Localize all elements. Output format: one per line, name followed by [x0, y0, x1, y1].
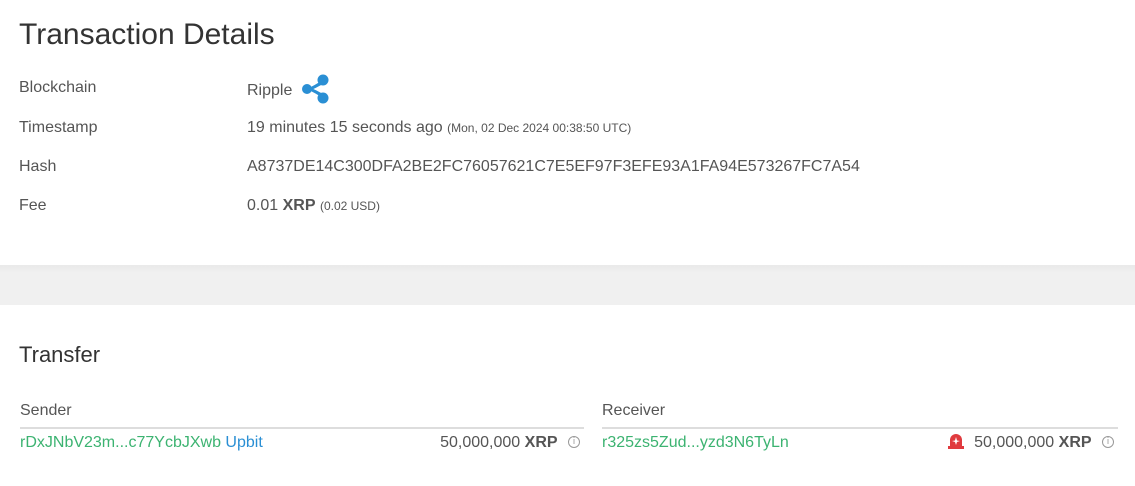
transfer-card: Transfer Sender rDxJNbV23m...c77YcbJXwb …	[0, 305, 1135, 486]
transfer-title: Transfer	[19, 342, 101, 367]
receiver-amount-group: 50,000,000 XRP i	[947, 429, 1114, 457]
sender-amount: 50,000,000	[440, 434, 521, 451]
detail-row-hash: Hash A8737DE14C300DFA2BE2FC76057621C7E5E…	[19, 155, 1119, 179]
fee-amount: 0.01	[247, 197, 279, 214]
sender-amount-group: 50,000,000 XRP i	[440, 429, 580, 457]
detail-row-timestamp: Timestamp 19 minutes 15 seconds ago (Mon…	[19, 116, 1119, 140]
fee-unit: XRP	[282, 197, 316, 214]
timestamp-absolute: (Mon, 02 Dec 2024 00:38:50 UTC)	[447, 121, 632, 135]
timestamp-value: 19 minutes 15 seconds ago (Mon, 02 Dec 2…	[247, 116, 631, 140]
receiver-header: Receiver	[602, 399, 1118, 429]
page-title: Transaction Details	[19, 18, 275, 51]
hash-label: Hash	[19, 158, 57, 175]
receiver-unit: XRP	[1058, 434, 1092, 451]
info-icon[interactable]: i	[1102, 435, 1114, 448]
sender-address-group: rDxJNbV23m...c77YcbJXwb Upbit	[20, 429, 263, 457]
sender-row: rDxJNbV23m...c77YcbJXwb Upbit 50,000,000…	[20, 429, 584, 459]
blockchain-name: Ripple	[247, 82, 293, 100]
receiver-address-link[interactable]: r325zs5Zud...yzd3N6TyLn	[602, 434, 789, 451]
receiver-amount: 50,000,000	[974, 434, 1055, 451]
receiver-column: Receiver r325zs5Zud...yzd3N6TyLn 50,000,…	[602, 399, 1118, 459]
sender-header: Sender	[20, 399, 584, 429]
sender-tag-link[interactable]: Upbit	[225, 434, 262, 451]
blockchain-value: Ripple	[247, 74, 331, 106]
fee-label: Fee	[19, 197, 47, 214]
timestamp-relative: 19 minutes 15 seconds ago	[247, 119, 443, 136]
detail-row-fee: Fee 0.01 XRP (0.02 USD)	[19, 194, 1119, 218]
ripple-logo-icon	[301, 74, 329, 104]
fee-usd: (0.02 USD)	[319, 199, 380, 213]
receiver-row: r325zs5Zud...yzd3N6TyLn 50,000,000 XRP i	[602, 429, 1118, 459]
info-icon[interactable]: i	[568, 435, 580, 448]
hash-link[interactable]: A8737DE14C300DFA2BE2FC76057621C7E5EF97F3…	[247, 155, 860, 179]
receiver-address-group: r325zs5Zud...yzd3N6TyLn	[602, 429, 789, 457]
section-divider	[0, 265, 1135, 305]
detail-row-blockchain: Blockchain Ripple	[19, 74, 1119, 104]
alarm-siren-icon[interactable]	[947, 432, 965, 450]
sender-address-link[interactable]: rDxJNbV23m...c77YcbJXwb	[20, 434, 221, 451]
blockchain-label: Blockchain	[19, 79, 97, 96]
timestamp-label: Timestamp	[19, 119, 98, 136]
fee-value: 0.01 XRP (0.02 USD)	[247, 194, 380, 218]
sender-unit: XRP	[524, 434, 558, 451]
transaction-details-card: Transaction Details Blockchain Ripple Ti…	[0, 0, 1135, 265]
sender-column: Sender rDxJNbV23m...c77YcbJXwb Upbit 50,…	[20, 399, 584, 459]
